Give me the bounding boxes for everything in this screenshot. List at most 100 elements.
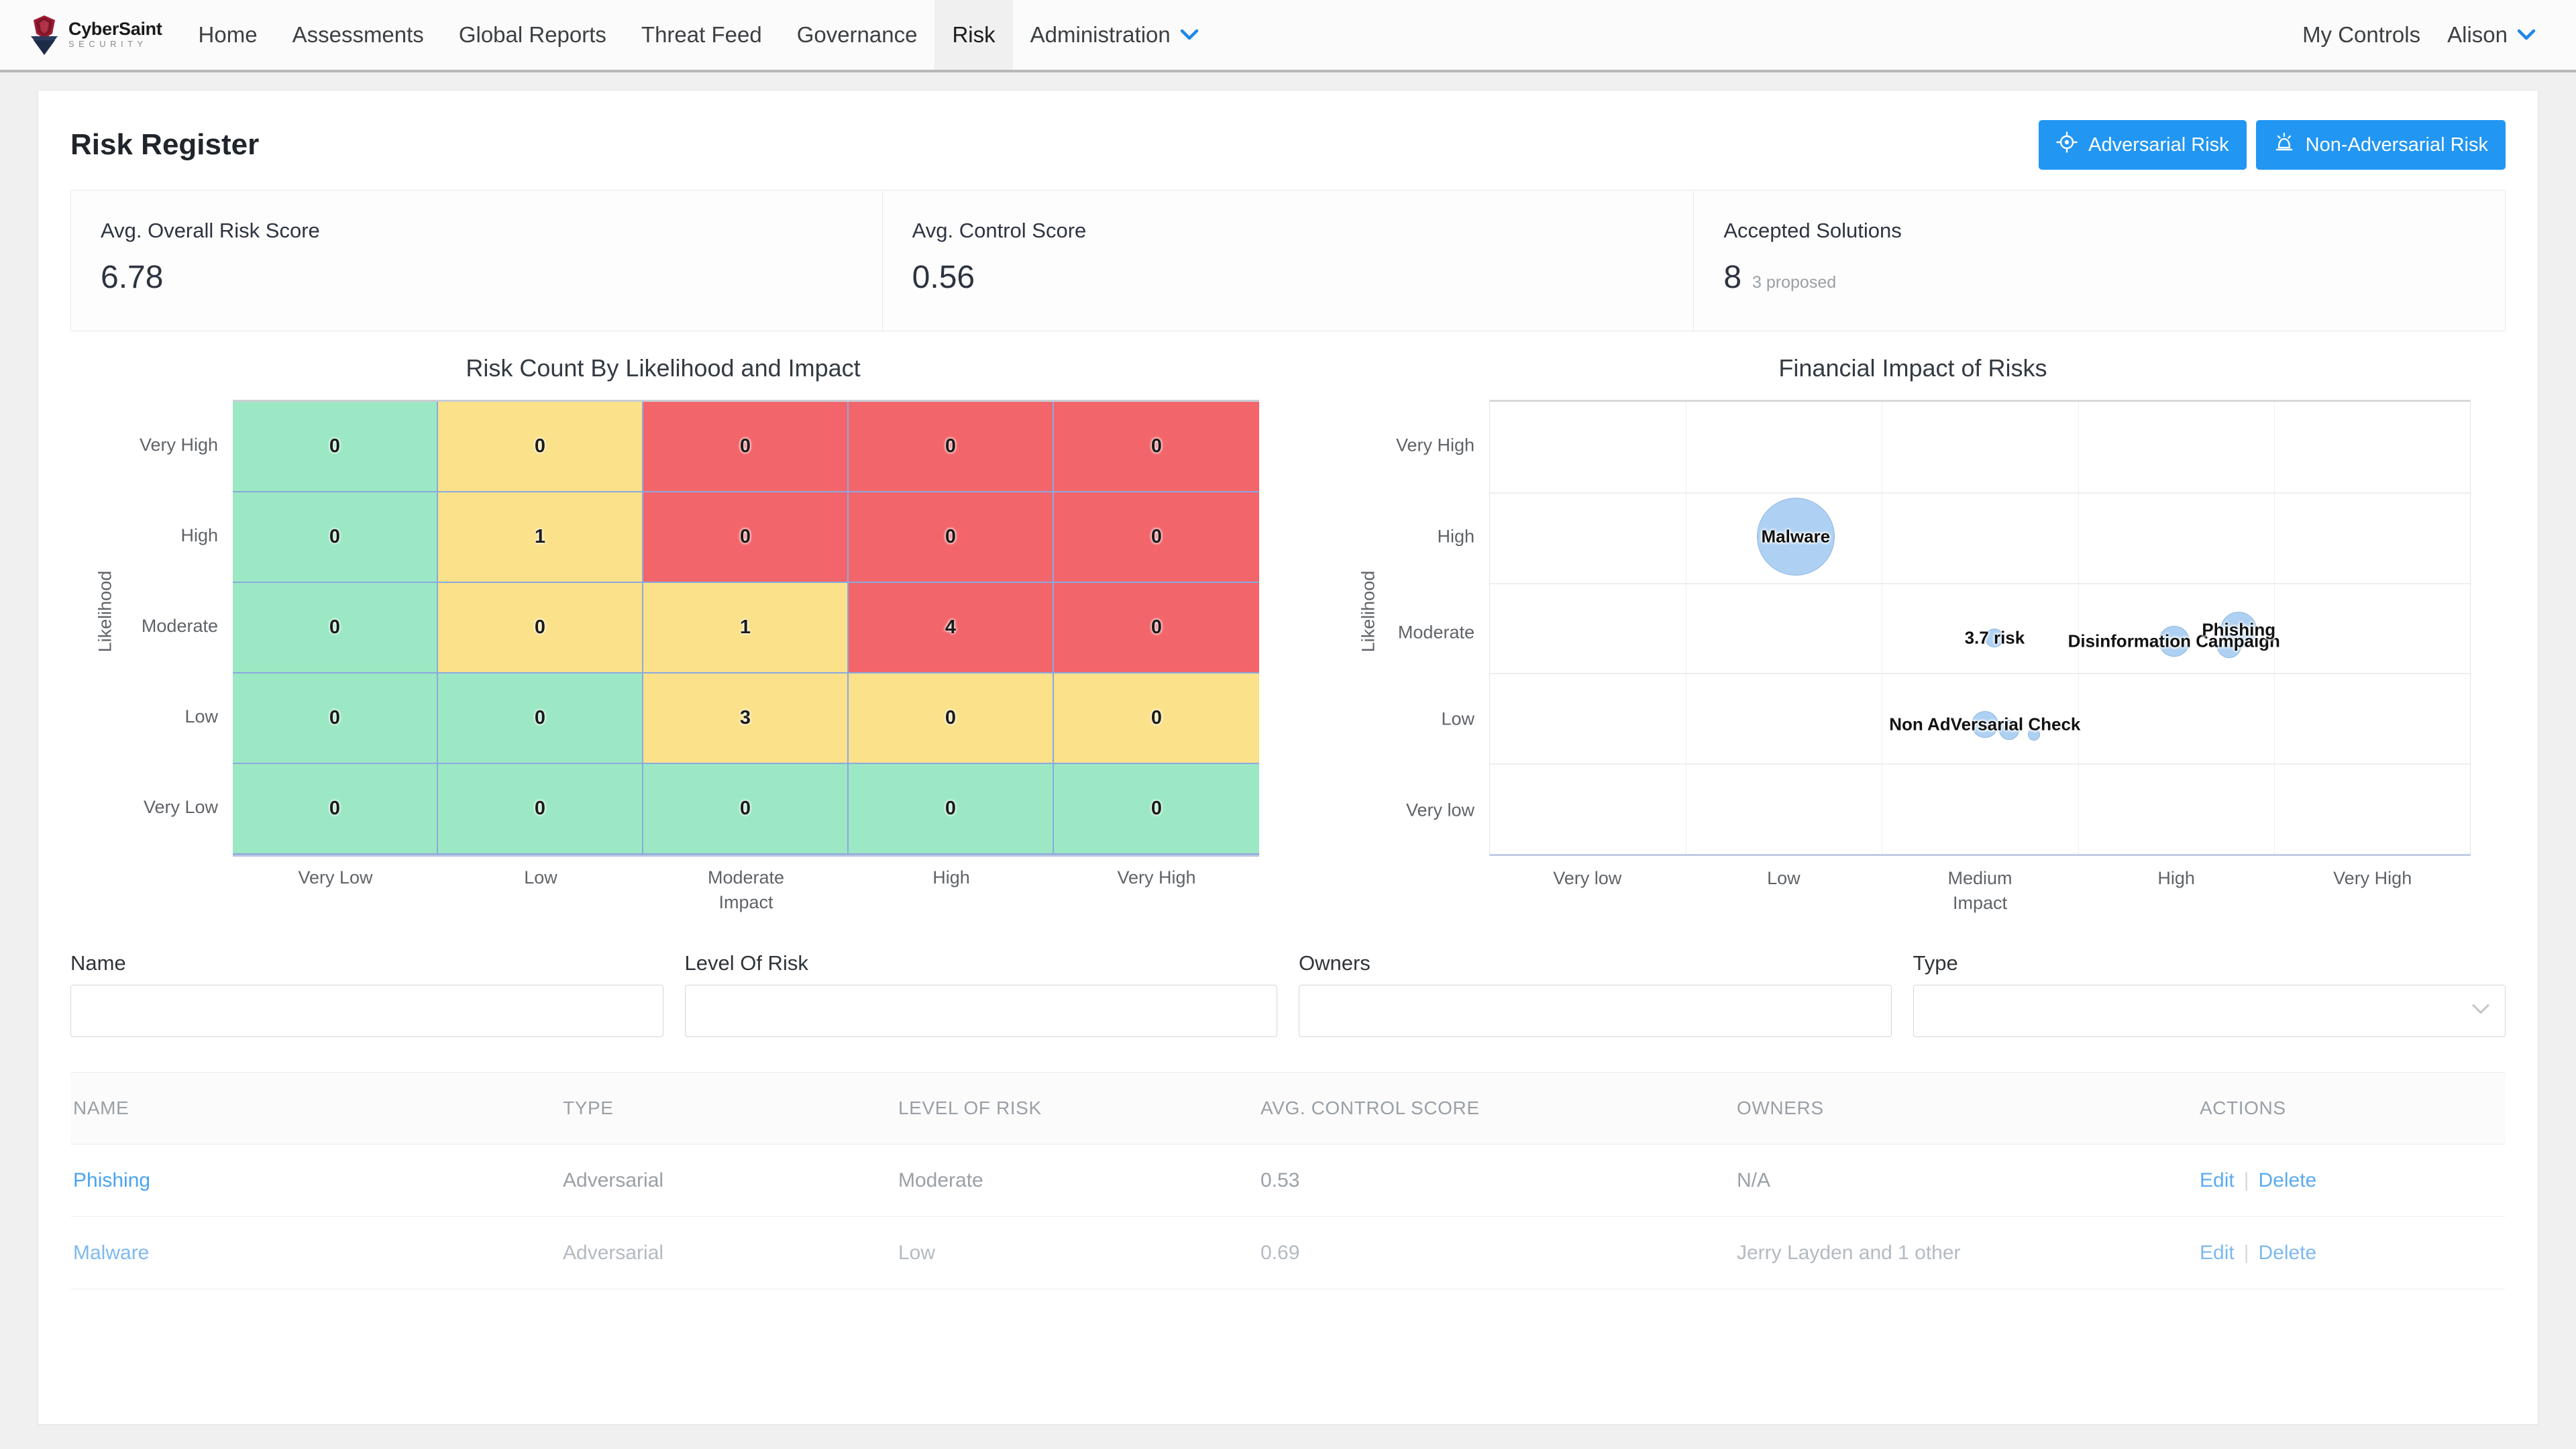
column-header-name[interactable]: NAME	[70, 1097, 560, 1119]
bubble-chart-title: Financial Impact of Risks	[1778, 354, 2047, 382]
heatmap-cell[interactable]: 0	[849, 764, 1054, 855]
heatmap-cell[interactable]: 0	[643, 492, 849, 583]
owners-filter-input[interactable]	[1299, 985, 1892, 1037]
heatmap-y-tick-labels: Very High High Moderate Low Very Low	[105, 400, 233, 857]
bubble-label: Non AdVersarial Check	[1889, 714, 2081, 735]
column-header-owners[interactable]: OWNERS	[1734, 1097, 2197, 1119]
heatmap-cell[interactable]: 0	[438, 674, 643, 764]
adversarial-risk-button[interactable]: Adversarial Risk	[2039, 120, 2247, 170]
table-row[interactable]: Phishing Adversarial Moderate 0.53 N/A E…	[70, 1144, 2506, 1217]
bubble-x-tick: High	[2157, 868, 2195, 888]
heatmap-x-tick: Very High	[1117, 867, 1196, 888]
delete-link[interactable]: Delete	[2259, 1169, 2317, 1192]
heatmap-cell[interactable]: 0	[233, 492, 438, 583]
cell-name: Phishing	[70, 1169, 560, 1192]
bubble-y-tick: High	[1437, 526, 1474, 547]
heatmap-cell[interactable]: 0	[849, 674, 1054, 764]
nav-item-my-controls[interactable]: My Controls	[2289, 22, 2434, 48]
heatmap-title: Risk Count By Likelihood and Impact	[466, 354, 861, 382]
page-title: Risk Register	[70, 128, 260, 161]
nav-item-risk[interactable]: Risk	[934, 0, 1013, 70]
adversarial-risk-label: Adversarial Risk	[2088, 133, 2229, 156]
financial-impact-bubble-chart: Financial Impact of Risks Likelihood Ver…	[1288, 354, 2538, 914]
heatmap-cell[interactable]: 0	[233, 674, 438, 764]
bubble-label: Phishing	[2202, 619, 2276, 640]
heatmap-cell[interactable]: 0	[1054, 764, 1259, 855]
kpi-value-row: 6.78	[101, 259, 853, 296]
top-navigation-bar: CyberSaint SECURITY Home Assessments Glo…	[0, 0, 2576, 72]
heatmap-cell[interactable]: 0	[233, 402, 438, 492]
bubble-x-tick: Medium	[1947, 868, 2012, 888]
cell-level-of-risk: Low	[898, 1241, 936, 1264]
kpi-avg-overall-risk-score: Avg. Overall Risk Score 6.78	[71, 191, 883, 331]
brand-name: CyberSaint	[68, 18, 162, 39]
bubble-y-tick-labels: Very High High Moderate Low Very low	[1368, 400, 1489, 856]
filter-owners: Owners	[1299, 951, 1892, 1037]
risk-name-link[interactable]: Phishing	[73, 1169, 150, 1191]
nav-item-governance[interactable]: Governance	[780, 0, 935, 70]
name-filter-input[interactable]	[70, 985, 663, 1037]
nav-left-group: CyberSaint SECURITY Home Assessments Glo…	[0, 0, 1216, 70]
heatmap-cell[interactable]: 0	[1054, 674, 1259, 764]
risk-register-table: NAME TYPE LEVEL OF RISK AVG. CONTROL SCO…	[70, 1072, 2506, 1289]
cell-avg-control-score: 0.53	[1260, 1169, 1300, 1191]
column-header-type[interactable]: TYPE	[560, 1097, 896, 1119]
heatmap-cell[interactable]: 0	[438, 764, 643, 855]
nav-item-home[interactable]: Home	[181, 0, 275, 70]
filter-name: Name	[70, 951, 663, 1037]
filter-label: Name	[70, 951, 126, 975]
heatmap-cell[interactable]: 1	[438, 492, 643, 583]
type-filter-select[interactable]	[1913, 985, 2506, 1037]
heatmap-x-tick: High	[932, 867, 970, 888]
chevron-down-icon	[1180, 29, 1199, 41]
crosshair-target-icon	[2056, 131, 2078, 158]
column-header-avg-control-score[interactable]: AVG. CONTROL SCORE	[1258, 1097, 1734, 1119]
nav-item-label: My Controls	[2302, 22, 2421, 47]
nav-item-label: Assessments	[292, 22, 424, 47]
edit-link[interactable]: Edit	[2200, 1242, 2235, 1265]
nav-item-threat-feed[interactable]: Threat Feed	[624, 0, 780, 70]
type-filter-select-wrap	[1913, 985, 2506, 1037]
heatmap-cell[interactable]: 0	[849, 492, 1054, 583]
heatmap-cell[interactable]: 0	[1054, 402, 1259, 492]
column-header-level-of-risk[interactable]: LEVEL OF RISK	[896, 1097, 1258, 1119]
heatmap-cell[interactable]: 0	[233, 764, 438, 855]
bubble-x-tick: Very low	[1553, 868, 1622, 888]
user-menu-alison[interactable]: Alison	[2434, 22, 2549, 48]
edit-link[interactable]: Edit	[2200, 1169, 2235, 1192]
nav-item-global-reports[interactable]: Global Reports	[441, 0, 624, 70]
kpi-value-row: 0.56	[912, 259, 1664, 296]
cell-level-of-risk: Moderate	[898, 1169, 983, 1191]
heatmap-cell[interactable]: 4	[849, 583, 1054, 674]
heatmap-cell[interactable]: 0	[1054, 583, 1259, 674]
non-adversarial-risk-button[interactable]: Non-Adversarial Risk	[2255, 120, 2506, 170]
bubble-x-tick: Very High	[2333, 868, 2412, 888]
heatmap-cell[interactable]: 0	[438, 402, 643, 492]
brand-logo[interactable]: CyberSaint SECURITY	[0, 0, 181, 70]
heatmap-cell[interactable]: 0	[643, 402, 849, 492]
kpi-label: Avg. Control Score	[912, 219, 1087, 242]
filters-row: Name Level Of Risk Owners Type	[70, 951, 2506, 1037]
delete-link[interactable]: Delete	[2259, 1242, 2317, 1265]
bubble-plot-area: Malware 3.7 risk Disinformation Campaign Ph…	[1489, 400, 2471, 856]
table-row[interactable]: Malware Adversarial Low 0.69 Jerry Layde…	[70, 1217, 2506, 1289]
risk-name-link[interactable]: Malware	[73, 1242, 149, 1264]
nav-item-label: Governance	[796, 22, 918, 47]
filter-level-of-risk: Level Of Risk	[684, 951, 1277, 1037]
heatmap-x-tick: Very Low	[298, 867, 373, 888]
heatmap-cell[interactable]: 0	[438, 583, 643, 674]
nav-item-administration[interactable]: Administration	[1013, 0, 1216, 70]
kpi-value: 8	[1723, 260, 1742, 295]
heatmap-body: Likelihood Very High High Moderate Low V…	[38, 400, 1288, 857]
kpi-value-row: 8 3 proposed	[1723, 259, 2475, 296]
kpi-avg-control-score: Avg. Control Score 0.56	[883, 191, 1695, 331]
heatmap-cell[interactable]: 0	[1054, 492, 1259, 583]
level-of-risk-filter-input[interactable]	[684, 985, 1277, 1037]
heatmap-grid: 0000001000001400030000000	[233, 400, 1259, 857]
heatmap-cell[interactable]: 3	[643, 674, 849, 764]
heatmap-cell[interactable]: 1	[643, 583, 849, 674]
heatmap-cell[interactable]: 0	[643, 764, 849, 855]
heatmap-cell[interactable]: 0	[849, 402, 1054, 492]
nav-item-assessments[interactable]: Assessments	[275, 0, 441, 70]
heatmap-cell[interactable]: 0	[233, 583, 438, 674]
